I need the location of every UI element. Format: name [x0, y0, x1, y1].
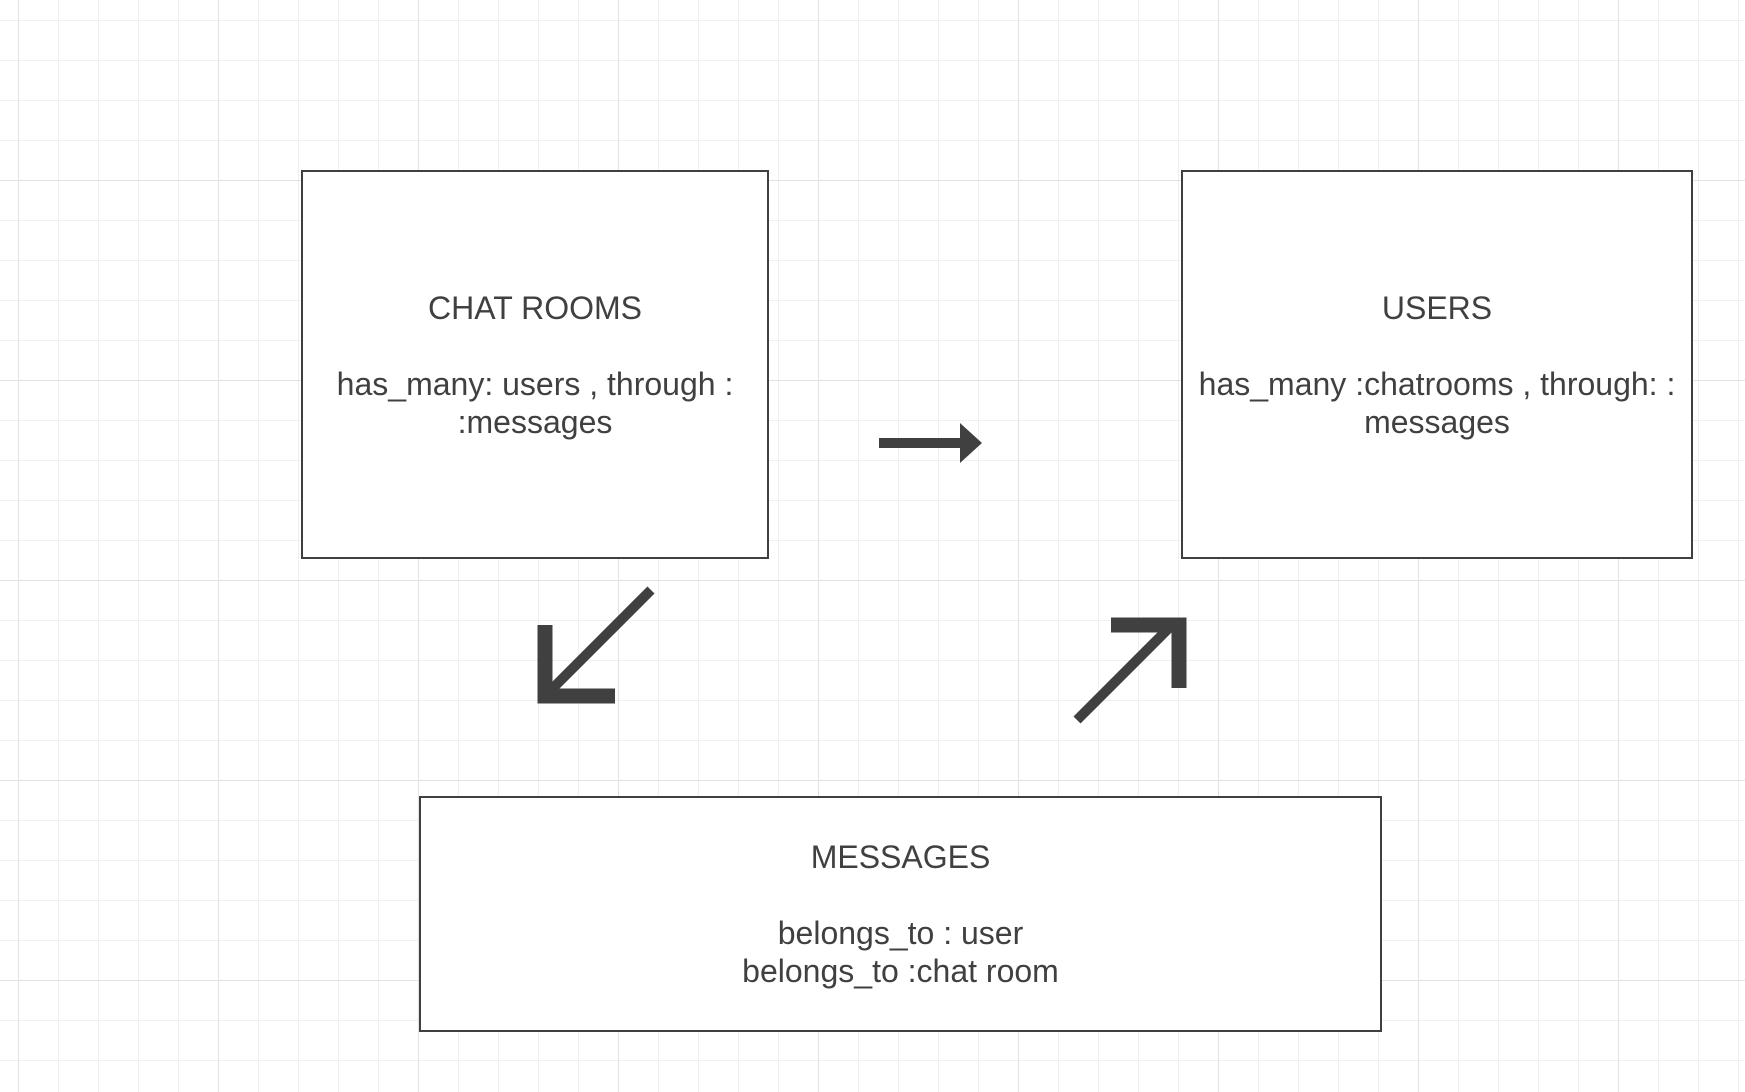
chat-rooms-to-users-arrow[interactable] [875, 418, 985, 468]
users-box[interactable]: USERS has_many :chatrooms , through: : m… [1181, 170, 1693, 559]
users-line: messages [1364, 403, 1510, 440]
messages-to-users-arrow[interactable] [1072, 610, 1192, 726]
chat-rooms-to-messages-arrow[interactable] [534, 585, 656, 707]
chat-rooms-line: has_many: users , through : [336, 365, 734, 402]
chat-rooms-line: :messages [457, 403, 613, 440]
messages-box[interactable]: MESSAGES belongs_to : user belongs_to :c… [419, 796, 1382, 1032]
chat-rooms-box[interactable]: CHAT ROOMS has_many: users , through : :… [301, 170, 769, 559]
messages-line: belongs_to : user [777, 915, 1024, 951]
chat-rooms-title: CHAT ROOMS [428, 289, 642, 326]
users-title: USERS [1381, 289, 1493, 326]
users-line: has_many :chatrooms , through: : [1198, 365, 1676, 402]
messages-title: MESSAGES [810, 839, 991, 875]
messages-description: belongs_to : user belongs_to :chat room [742, 914, 1059, 990]
chat-rooms-description: has_many: users , through : :messages [317, 365, 754, 441]
diagram-canvas: { "entities": { "chat_rooms": { "title":… [0, 0, 1745, 1092]
users-description: has_many :chatrooms , through: : message… [1189, 365, 1686, 441]
messages-line: belongs_to :chat room [742, 953, 1059, 989]
